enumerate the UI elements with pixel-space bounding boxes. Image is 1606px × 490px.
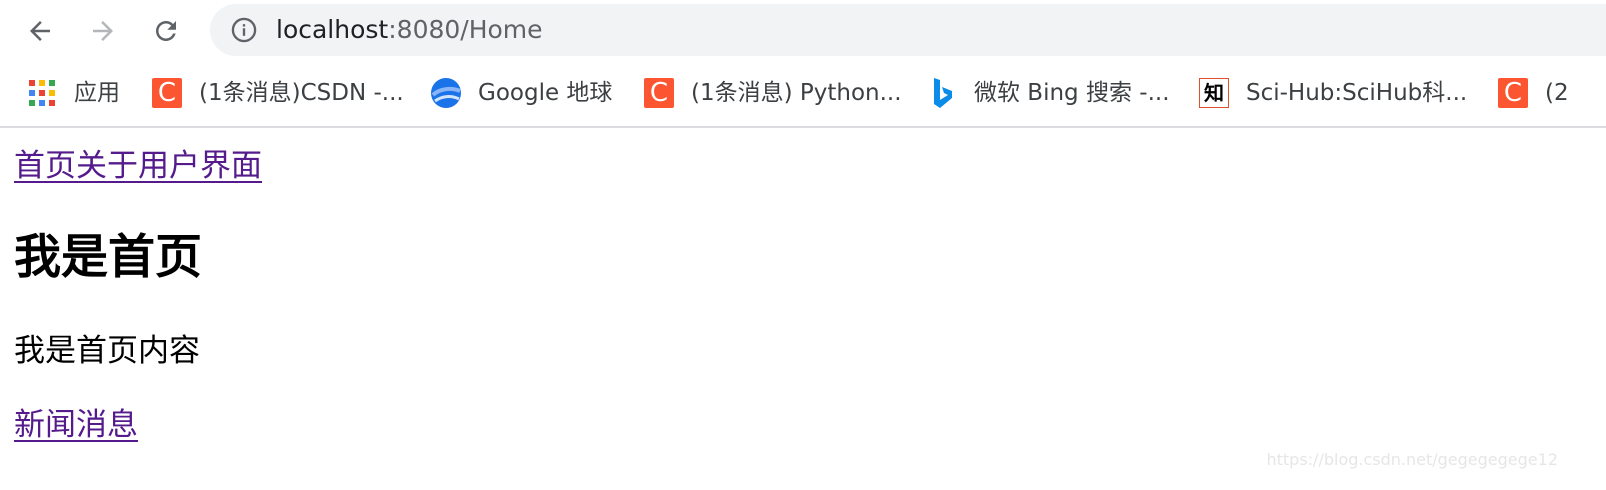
bookmark-scihub[interactable]: 知 Sci-Hub:SciHub科... (1198, 76, 1467, 110)
browser-toolbar: localhost:8080/Home (0, 0, 1606, 62)
reload-icon (156, 21, 176, 41)
bookmark-label: (1条消息)CSDN -... (199, 80, 404, 106)
bookmark-csdn-1[interactable]: C (1条消息)CSDN -... (151, 76, 404, 110)
bookmark-csdn-2[interactable]: C (1条消息) Python... (643, 76, 902, 110)
csdn-icon: C (644, 78, 674, 108)
bookmark-label: 微软 Bing 搜索 -... (974, 80, 1170, 106)
nav-link-user[interactable]: 用户 (138, 148, 200, 184)
reload-button[interactable] (146, 11, 186, 51)
bookmark-google-earth[interactable]: Google 地球 (430, 76, 612, 110)
bing-icon (926, 77, 958, 109)
bookmark-apps[interactable]: 应用 (26, 76, 120, 110)
bookmarks-bar: 应用 C (1条消息)CSDN -... Google 地球 C (1条消息) … (0, 62, 1606, 128)
scihub-icon-wrap: 知 (1198, 77, 1230, 109)
csdn-icon-wrap: C (151, 77, 183, 109)
csdn-icon: C (1498, 78, 1528, 108)
scihub-icon: 知 (1199, 78, 1229, 108)
google-earth-icon (430, 77, 462, 109)
bookmark-label: (2 (1545, 80, 1569, 106)
bookmark-label: Sci-Hub:SciHub科... (1246, 80, 1468, 106)
bookmark-label: (1条消息) Python... (691, 80, 902, 106)
url-host: localhost (276, 15, 389, 44)
bookmark-label: 应用 (74, 80, 120, 106)
url-text[interactable]: localhost:8080/Home (276, 16, 543, 44)
back-arrow-icon (30, 21, 50, 41)
csdn-icon: C (152, 78, 182, 108)
bookmark-label: Google 地球 (478, 80, 613, 106)
csdn-icon-wrap: C (643, 77, 675, 109)
url-path: :8080/Home (388, 15, 543, 44)
watermark: https://blog.csdn.net/gegegegege12 (1266, 450, 1558, 469)
news-link[interactable]: 新闻消息 (14, 404, 138, 446)
router-nav: 首页关于用户界面 (14, 146, 262, 186)
csdn-icon-wrap: C (1497, 77, 1529, 109)
bookmark-bing[interactable]: 微软 Bing 搜索 -... (926, 76, 1170, 110)
bookmark-csdn-3[interactable]: C (2 (1497, 76, 1569, 110)
apps-grid-icon (26, 77, 58, 109)
nav-link-home[interactable]: 首页 (14, 148, 76, 184)
page-title: 我是首页 (14, 230, 202, 285)
page-paragraph: 我是首页内容 (14, 333, 200, 369)
info-icon[interactable] (230, 16, 258, 44)
nav-link-about[interactable]: 关于 (76, 148, 138, 184)
forward-button[interactable] (83, 11, 123, 51)
address-bar[interactable]: localhost:8080/Home (210, 4, 1606, 56)
nav-link-interface[interactable]: 界面 (200, 148, 262, 184)
forward-arrow-icon (93, 21, 113, 41)
back-button[interactable] (20, 11, 60, 51)
